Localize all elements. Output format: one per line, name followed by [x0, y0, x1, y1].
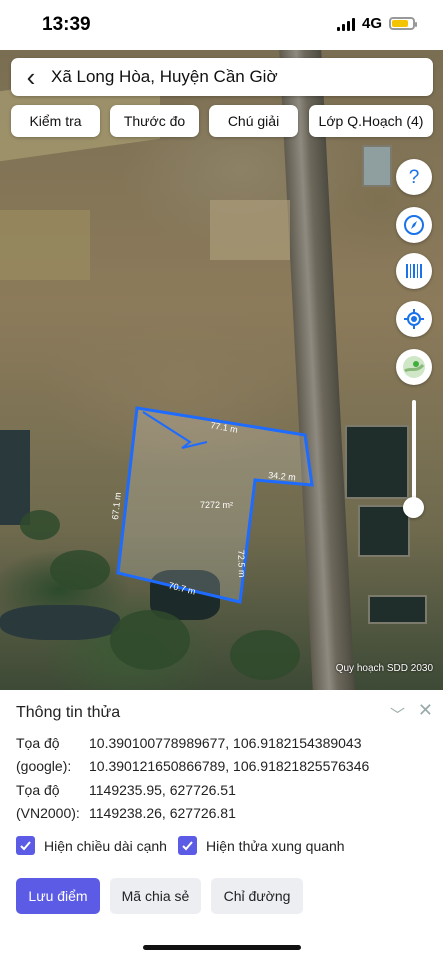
edge-label: 72.5 m [236, 550, 247, 578]
status-indicators: 4G [336, 15, 417, 32]
row-label: Tọa độ [16, 735, 60, 751]
parcel-overlay: 77.1 m 34.2 m 72.5 m 70.7 m 67.1 m 7272 … [110, 406, 314, 604]
check-button[interactable]: Kiểm tra [11, 105, 100, 137]
barcode-icon [406, 264, 422, 278]
status-time: 13:39 [42, 14, 91, 35]
row-label: Tọa độ [16, 782, 60, 798]
parcel-info-panel: Thông tin thửa ﹀ ✕ Tọa độ 10.39010077898… [0, 690, 443, 959]
checkmark-icon [16, 836, 35, 855]
show-neighbor-parcels-checkbox[interactable]: Hiện thửa xung quanh [178, 836, 345, 855]
map-toolbar: Kiểm tra Thước đo Chú giải Lớp Q.Hoạch (… [0, 105, 443, 137]
svg-text:?: ? [409, 167, 420, 188]
satellite-map[interactable]: 77.1 m 34.2 m 72.5 m 70.7 m 67.1 m 7272 … [0, 50, 443, 690]
coordinate-row: (google): 10.390121650866789, 106.918218… [16, 758, 369, 774]
planning-layer-button[interactable]: Lớp Q.Hoạch (4) [309, 105, 433, 137]
row-value: 10.390121650866789, 106.91821825576346 [89, 758, 370, 774]
compass-button[interactable] [396, 207, 432, 243]
help-icon: ? [409, 167, 420, 188]
area-label: 7272 m² [200, 500, 233, 510]
close-icon[interactable]: ✕ [418, 700, 433, 721]
compass-icon [404, 215, 424, 235]
row-label: (VN2000): [16, 805, 80, 821]
share-code-button[interactable]: Mã chia sẻ [110, 878, 201, 914]
checkbox-label: Hiện chiều dài cạnh [44, 837, 167, 854]
location-search-bar[interactable]: ‹ Xã Long Hòa, Huyện Cần Giờ [11, 58, 433, 96]
battery-icon [389, 17, 417, 30]
checkmark-icon [178, 836, 197, 855]
barcode-button[interactable] [396, 253, 432, 289]
show-edge-length-checkbox[interactable]: Hiện chiều dài cạnh [16, 836, 167, 855]
locate-button[interactable] [396, 301, 432, 337]
legend-button[interactable]: Chú giải [209, 105, 298, 137]
signal-icon [336, 17, 355, 31]
row-label: (google): [16, 758, 72, 774]
save-point-button[interactable]: Lưu điểm [16, 878, 100, 914]
coordinate-row: Tọa độ 10.390100778989677, 106.918215438… [16, 735, 362, 751]
zoom-slider-thumb[interactable] [403, 497, 424, 518]
home-indicator[interactable] [143, 945, 301, 950]
layer-map-button[interactable] [396, 349, 432, 385]
measure-button[interactable]: Thước đo [110, 105, 199, 137]
status-bar: 13:39 4G [0, 0, 443, 50]
locate-icon [404, 309, 424, 329]
back-icon[interactable]: ‹ [11, 58, 51, 96]
checkbox-label: Hiện thửa xung quanh [206, 837, 345, 854]
panel-title: Thông tin thửa [16, 704, 121, 721]
row-value: 1149238.26, 627726.81 [89, 805, 236, 821]
chevron-down-icon[interactable]: ﹀ [390, 704, 405, 725]
network-type: 4G [361, 15, 382, 32]
map-watermark: Quy hoạch SDD 2030 [335, 663, 433, 674]
coordinate-row: (VN2000): 1149238.26, 627726.81 [16, 805, 236, 821]
map-thumbnail-icon [403, 356, 425, 378]
zoom-slider-track[interactable] [412, 400, 416, 508]
help-button[interactable]: ? [396, 159, 432, 195]
directions-button[interactable]: Chỉ đường [211, 878, 303, 914]
location-title: Xã Long Hòa, Huyện Cần Giờ [51, 67, 278, 86]
edge-label: 67.1 m [110, 492, 123, 520]
coordinate-row: Tọa độ 1149235.95, 627726.51 [16, 782, 236, 798]
row-value: 1149235.95, 627726.51 [89, 782, 236, 798]
row-value: 10.390100778989677, 106.9182154389043 [89, 735, 362, 751]
